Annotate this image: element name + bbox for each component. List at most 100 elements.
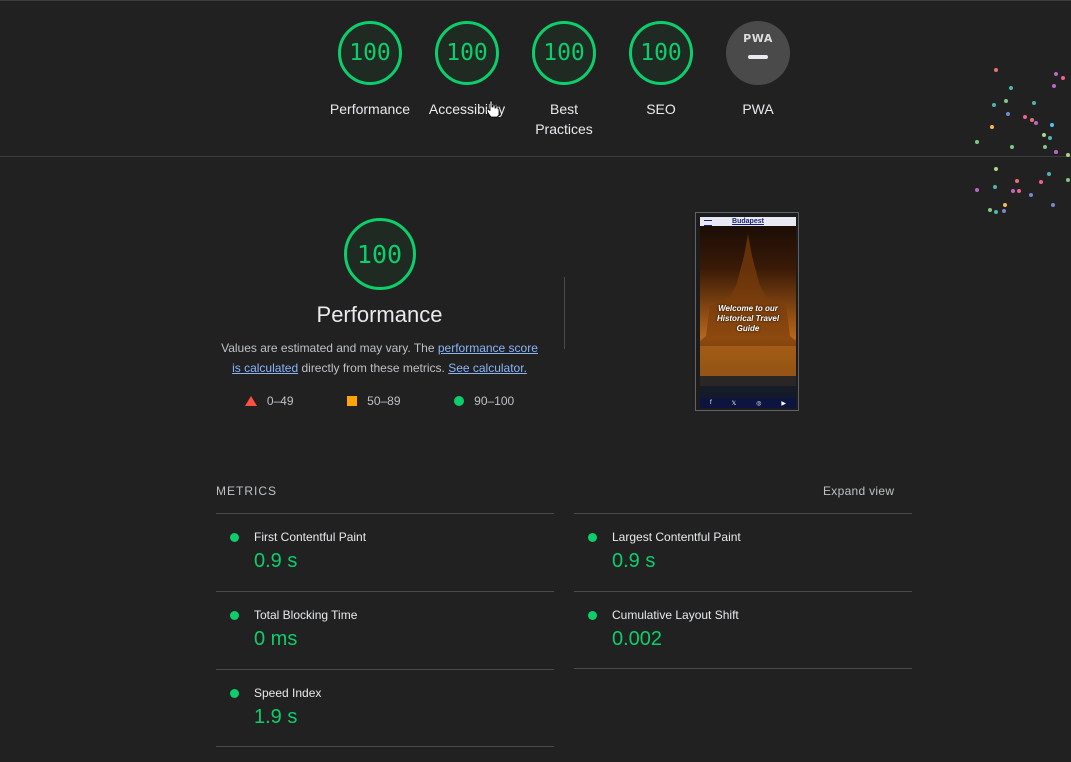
vertical-divider — [564, 277, 565, 349]
legend-average: 50–89 — [347, 394, 401, 408]
confetti-dot — [1052, 84, 1056, 88]
metric-value: 1.9 s — [254, 706, 298, 728]
confetti-dot — [1002, 209, 1006, 213]
metrics-heading: METRICS — [216, 484, 277, 498]
metric-cls: Cumulative Layout Shift 0.002 — [574, 591, 912, 670]
parliament-photo: Welcome to our Historical Travel Guide — [700, 226, 796, 398]
metric-name: Total Blocking Time — [254, 608, 358, 622]
metric-value: 0.9 s — [254, 550, 298, 572]
metric-name: Largest Contentful Paint — [612, 530, 741, 544]
gauge-best-practices[interactable]: 100 Best Practices — [509, 21, 619, 139]
square-icon — [347, 396, 358, 406]
confetti-dot — [1015, 179, 1019, 183]
pass-circle-icon — [230, 533, 239, 542]
legend-label: 50–89 — [367, 394, 401, 408]
circle-icon — [454, 396, 465, 406]
metric-name: Speed Index — [254, 686, 322, 700]
gauge-score: 100 — [446, 40, 488, 66]
screenshot-caption: Welcome to our Historical Travel Guide — [716, 304, 780, 333]
confetti-dot — [1066, 153, 1070, 157]
screenshot-header: Budapest — [700, 217, 796, 226]
pwa-badge-text: PWA — [743, 32, 773, 45]
summary-divider — [0, 156, 1071, 157]
score-legend: 0–49 50–89 90–100 — [216, 394, 543, 408]
expand-view-toggle[interactable]: Expand view — [823, 484, 894, 498]
performance-category: 100 Performance Values are estimated and… — [216, 218, 543, 408]
pwa-dash-icon — [748, 55, 768, 59]
screenshot-footer: f 𝕏 ◎ ▶ — [700, 398, 796, 408]
confetti-dot — [1029, 193, 1033, 197]
pass-circle-icon — [230, 689, 239, 698]
confetti-dot — [1042, 133, 1046, 137]
confetti-dot — [1006, 112, 1010, 116]
gauge-ring: 100 — [435, 21, 499, 85]
confetti-dot — [1017, 189, 1021, 193]
metric-value: 0.9 s — [612, 550, 656, 572]
legend-label: 90–100 — [474, 394, 515, 408]
pass-circle-icon — [588, 611, 597, 620]
confetti-dot — [975, 140, 979, 144]
performance-gauge: 100 — [343, 218, 416, 290]
confetti-dot — [993, 185, 997, 189]
metric-name: First Contentful Paint — [254, 530, 367, 544]
gauge-ring: 100 — [629, 21, 693, 85]
gauge-score: 100 — [349, 40, 391, 66]
performance-description: Values are estimated and may vary. The p… — [216, 338, 543, 378]
gauge-accessibility[interactable]: 100 Accessibility — [412, 21, 522, 119]
confetti-dot — [1050, 123, 1054, 127]
facebook-icon: f — [709, 400, 712, 406]
metrics-divider — [216, 746, 554, 747]
score-summary-bar: 100 Performance 100 Accessibility 100 Be… — [0, 1, 1071, 156]
gauge-performance[interactable]: 100 Performance — [315, 21, 425, 119]
metric-value: 0.002 — [612, 628, 663, 650]
legend-pass: 90–100 — [454, 394, 514, 408]
confetti-dot — [1054, 150, 1058, 154]
performance-score: 100 — [356, 239, 403, 269]
gauge-pwa[interactable]: PWA PWA — [703, 21, 813, 119]
confetti-dot — [1039, 180, 1043, 184]
description-text: Values are estimated and may vary. The — [221, 341, 438, 355]
legend-fail: 0–49 — [244, 394, 294, 408]
confetti-dot — [988, 208, 992, 212]
pass-circle-icon — [588, 533, 597, 542]
screenshot-content: Welcome to our Historical Travel Guide B… — [700, 217, 796, 408]
gauge-ring: 100 — [338, 21, 402, 85]
metric-value: 0 ms — [254, 628, 298, 650]
x-icon: 𝕏 — [731, 400, 737, 407]
confetti-dot — [1048, 136, 1052, 140]
confetti-dot — [1023, 115, 1027, 119]
confetti-dot — [994, 167, 998, 171]
metric-name: Cumulative Layout Shift — [612, 608, 739, 622]
gauge-label: PWA — [742, 101, 774, 117]
metric-lcp: Largest Contentful Paint 0.9 s — [574, 513, 912, 592]
confetti-dot — [975, 188, 979, 192]
confetti-dot — [1034, 121, 1038, 125]
gauge-seo[interactable]: 100 SEO — [606, 21, 716, 119]
calculator-link[interactable]: See calculator. — [448, 361, 527, 375]
pwa-badge-icon: PWA — [726, 21, 790, 85]
gauge-label: Best Practices — [535, 101, 593, 137]
confetti-dot — [1009, 86, 1013, 90]
gauge-label: Accessibility — [428, 101, 506, 117]
gauge-label: Performance — [329, 101, 411, 117]
confetti-dot — [994, 68, 998, 72]
gauge-ring: 100 — [532, 21, 596, 85]
screenshot-header-title: Budapest — [732, 218, 764, 225]
confetti-dot — [1051, 203, 1055, 207]
metric-fcp: First Contentful Paint 0.9 s — [216, 513, 554, 592]
pass-circle-icon — [230, 611, 239, 620]
confetti-dot — [1061, 76, 1065, 80]
legend-label: 0–49 — [266, 394, 294, 408]
hand-cursor-icon — [486, 100, 500, 118]
confetti-dot — [1066, 178, 1070, 182]
confetti-dot — [1054, 72, 1058, 76]
confetti-dot — [1043, 145, 1047, 149]
confetti-dot — [994, 210, 998, 214]
confetti-dot — [1032, 101, 1036, 105]
triangle-icon — [244, 396, 257, 406]
metric-speed-index: Speed Index 1.9 s — [216, 669, 554, 748]
confetti-dot — [992, 103, 996, 107]
gauge-score: 100 — [640, 40, 682, 66]
final-screenshot[interactable]: Welcome to our Historical Travel Guide B… — [695, 212, 799, 411]
confetti-dot — [990, 125, 994, 129]
